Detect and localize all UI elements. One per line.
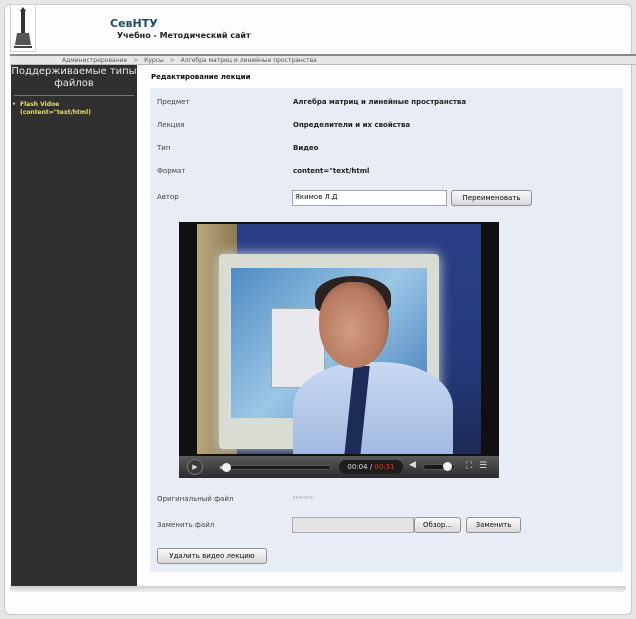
breadcrumb-item-admin[interactable]: Администрирование — [62, 57, 127, 64]
sidebar-item-flash-video[interactable]: • Flash Vidoe (content="text/html) — [12, 101, 131, 117]
seek-bar[interactable] — [219, 463, 331, 472]
volume-icon[interactable]: ◀ — [409, 460, 416, 470]
breadcrumb: Администрирование > Курсы > Алгебра матр… — [10, 56, 636, 65]
fullscreen-icon[interactable]: ⛶ — [466, 461, 472, 471]
breadcrumb-item-courses[interactable]: Курсы — [144, 57, 164, 64]
original-file-label: Оригинальный файл — [157, 495, 234, 503]
time-display: 00:04 / 00:31 — [339, 460, 403, 474]
play-icon[interactable]: ▶ — [187, 459, 203, 475]
volume-slider[interactable] — [423, 462, 455, 471]
download-link[interactable]: скачать — [293, 495, 314, 501]
page-title: Редактирование лекции — [151, 73, 251, 81]
replace-file-label: Заменить файл — [157, 521, 215, 529]
lecturer-head — [319, 282, 389, 368]
site-title: СевНТУ — [110, 17, 158, 30]
sidebar-divider — [14, 95, 134, 96]
lecture-label: Лекция — [157, 121, 185, 129]
author-label: Автор — [157, 193, 179, 201]
subject-value: Алгебра матриц и линейные пространства — [293, 98, 467, 106]
current-time: 00:04 — [347, 463, 368, 471]
menu-icon[interactable]: ☰ — [479, 461, 487, 471]
type-value: Видео — [293, 144, 319, 152]
type-label: Тип — [157, 144, 171, 152]
sidebar-item-label: Flash Vidoe (content="text/html) — [20, 101, 91, 116]
breadcrumb-item-course[interactable]: Алгебра матриц и линейные пространства — [181, 57, 317, 64]
breadcrumb-separator: > — [133, 57, 139, 64]
delete-video-button[interactable]: Удалить видео лекцию — [157, 548, 267, 564]
video-player[interactable]: ▶ 00:04 / 00:31 ◀ ⛶ ☰ — [179, 222, 499, 478]
lecturer-shirt — [293, 362, 453, 454]
seek-handle[interactable] — [221, 463, 231, 472]
subject-label: Предмет — [157, 98, 190, 106]
sidebar-title: Поддерживаемые типы файлов — [11, 66, 137, 89]
video-frame — [197, 224, 481, 454]
total-time: 00:31 — [374, 463, 395, 471]
volume-handle[interactable] — [442, 462, 452, 471]
file-path-field[interactable] — [292, 517, 414, 533]
browse-button[interactable]: Обзор... — [414, 517, 461, 533]
university-logo — [10, 4, 36, 52]
time-separator: / — [369, 463, 373, 471]
video-controls: ▶ 00:04 / 00:31 ◀ ⛶ ☰ — [179, 456, 499, 478]
bullet-icon: • — [12, 101, 16, 108]
rename-button[interactable]: Переименовать — [451, 190, 532, 206]
breadcrumb-separator: > — [169, 57, 175, 64]
lecture-value: Определители и их свойства — [293, 121, 411, 129]
replace-button[interactable]: Заменить — [466, 517, 521, 533]
site-subtitle: Учебно - Методический сайт — [117, 31, 251, 40]
format-value: content="text/html — [293, 167, 370, 175]
sidebar: Поддерживаемые типы файлов • Flash Vidoe… — [11, 65, 137, 586]
footer-bar — [10, 586, 626, 592]
format-label: Формат — [157, 167, 186, 175]
author-input[interactable]: Якимов Л.Д — [292, 190, 447, 206]
